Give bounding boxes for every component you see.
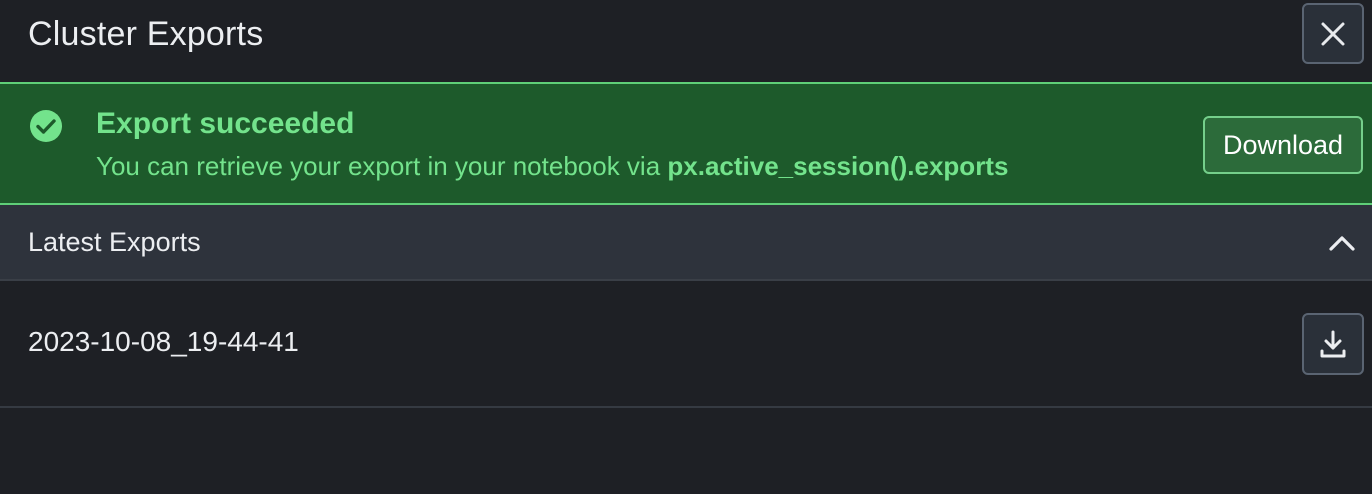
export-name: 2023-10-08_19-44-41 <box>28 326 299 357</box>
latest-exports-title: Latest Exports <box>28 227 201 257</box>
collapse-toggle[interactable] <box>1322 225 1362 261</box>
banner-message-text: You can retrieve your export in your not… <box>96 151 668 181</box>
success-banner: Export succeeded You can retrieve your e… <box>0 82 1372 205</box>
export-download-button[interactable] <box>1302 313 1364 375</box>
panel-title: Cluster Exports <box>28 15 264 53</box>
latest-exports-header[interactable]: Latest Exports <box>0 205 1372 281</box>
cluster-exports-panel: Cluster Exports Export succeeded You can… <box>0 0 1372 494</box>
list-item: 2023-10-08_19-44-41 <box>0 281 1372 408</box>
download-icon <box>1320 330 1346 358</box>
banner-message-code: px.active_session().exports <box>667 151 1009 181</box>
panel-header: Cluster Exports <box>0 0 1372 82</box>
close-icon <box>1321 22 1345 45</box>
banner-title: Export succeeded <box>96 107 355 140</box>
close-button[interactable] <box>1302 3 1364 64</box>
check-circle-icon <box>30 110 62 142</box>
download-button[interactable]: Download <box>1203 116 1363 174</box>
chevron-up-icon <box>1329 236 1355 251</box>
banner-message: You can retrieve your export in your not… <box>96 150 1008 182</box>
